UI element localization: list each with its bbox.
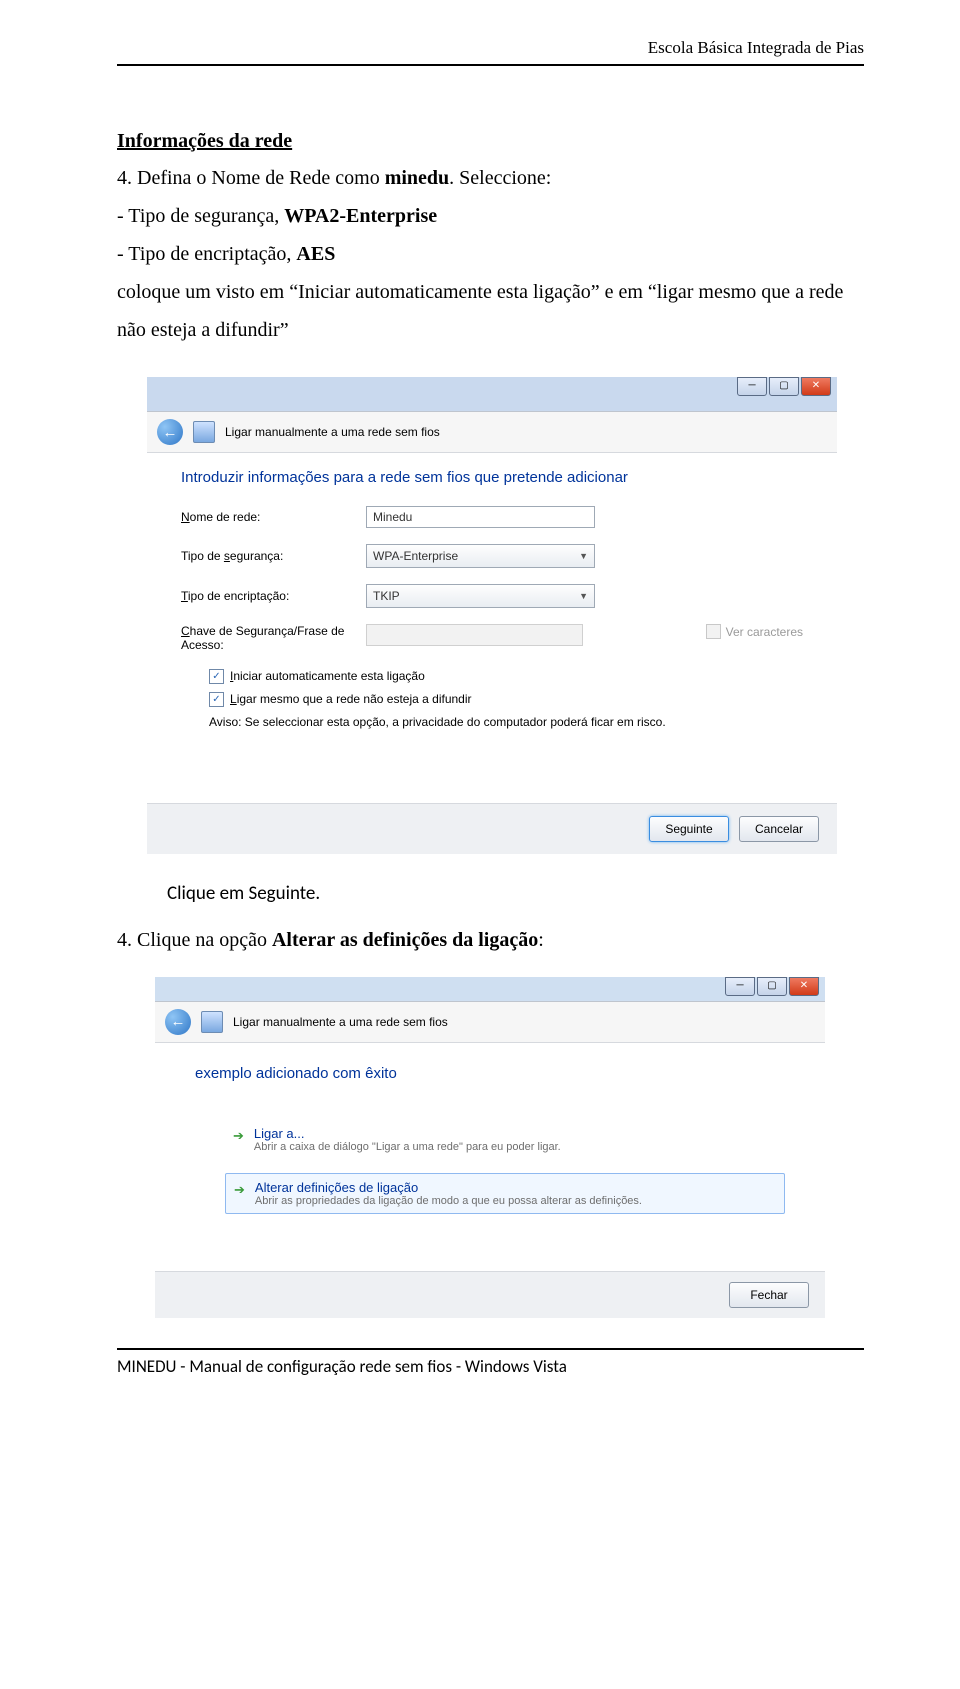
- row-security-key: Chave de Segurança/Frase deAcesso: Ver c…: [181, 624, 803, 653]
- maximize-button[interactable]: ▢: [769, 377, 799, 396]
- step4-line: 4. Defina o Nome de Rede como minedu. Se…: [117, 159, 864, 197]
- wizard-body: exemplo adicionado com êxito ➔ Ligar a..…: [155, 1043, 825, 1271]
- option-connect-subtitle: Abrir a caixa de diálogo "Ligar a uma re…: [254, 1141, 561, 1153]
- row-encryption-type: Tipo de encriptação: TKIP ▼: [181, 584, 803, 608]
- checkbox-show-characters: Ver caracteres: [706, 624, 803, 639]
- checkbox-box-disabled: [706, 624, 721, 639]
- row-network-name: Nome de rede: Minedu: [181, 506, 803, 528]
- header-rule: [117, 64, 864, 66]
- back-icon[interactable]: ←: [157, 419, 183, 445]
- input-security-key: [366, 624, 583, 646]
- arrow-right-icon: ➔: [234, 1182, 245, 1198]
- step4b-post: :: [538, 929, 544, 951]
- checkbox-label-auto-connect: Iniciar automaticamente esta ligação: [230, 669, 425, 683]
- wizard-footer: Fechar: [155, 1271, 825, 1318]
- wizard-header-bar: ← Ligar manualmente a uma rede sem fios: [155, 1001, 825, 1043]
- checkbox-label-connect-hidden: Ligar mesmo que a rede não esteja a difu…: [230, 692, 472, 706]
- option-connect-title: Ligar a...: [254, 1126, 561, 1141]
- option-change-subtitle: Abrir as propriedades da ligação de modo…: [255, 1195, 642, 1207]
- chevron-down-icon: ▼: [579, 551, 588, 561]
- close-dialog-button[interactable]: Fechar: [729, 1282, 809, 1308]
- next-button[interactable]: Seguinte: [649, 816, 729, 842]
- wizard-icon: [201, 1011, 223, 1033]
- screenshot-network-wizard: ─ ▢ ✕ ← Ligar manualmente a uma rede sem…: [147, 377, 837, 854]
- checkbox-row-connect-hidden[interactable]: ✓ Ligar mesmo que a rede não esteja a di…: [209, 692, 803, 707]
- bullet-1: - Tipo de segurança, WPA2-Enterprise: [117, 197, 864, 235]
- wizard-title: Ligar manualmente a uma rede sem fios: [225, 425, 440, 439]
- page-header-school: Escola Básica Integrada de Pias: [117, 38, 864, 58]
- label-security-type: Tipo de segurança:: [181, 549, 366, 563]
- label-show-characters: Ver caracteres: [726, 625, 803, 639]
- back-icon[interactable]: ←: [165, 1009, 191, 1035]
- cancel-button[interactable]: Cancelar: [739, 816, 819, 842]
- wizard-heading: Introduzir informações para a rede sem f…: [181, 469, 803, 486]
- warning-text: Aviso: Se seleccionar esta opção, a priv…: [209, 715, 803, 729]
- step4b-bold: Alterar as definições da ligação: [272, 929, 538, 951]
- label-security-key: Chave de Segurança/Frase deAcesso:: [181, 624, 366, 653]
- close-button[interactable]: ✕: [789, 977, 819, 996]
- dropdown-encryption-type[interactable]: TKIP ▼: [366, 584, 595, 608]
- chevron-down-icon: ▼: [579, 591, 588, 601]
- dropdown-encryption-value: TKIP: [373, 589, 400, 603]
- arrow-right-icon: ➔: [233, 1128, 244, 1144]
- checkbox-checked-icon: ✓: [209, 692, 224, 707]
- label-network-name: Nome de rede:: [181, 510, 366, 524]
- option-change-title: Alterar definições de ligação: [255, 1180, 642, 1195]
- minimize-button[interactable]: ─: [737, 377, 767, 396]
- row-security-type: Tipo de segurança: WPA-Enterprise ▼: [181, 544, 803, 568]
- option-connect-to[interactable]: ➔ Ligar a... Abrir a caixa de diálogo "L…: [225, 1120, 785, 1159]
- screenshot-success-wizard: ─ ▢ ✕ ← Ligar manualmente a uma rede sem…: [155, 977, 825, 1318]
- para-visto: coloque um visto em “Iniciar automaticam…: [117, 273, 864, 349]
- footer-rule: [117, 1348, 864, 1350]
- bullet-2: - Tipo de encriptação, AES: [117, 235, 864, 273]
- success-heading: exemplo adicionado com êxito: [195, 1065, 785, 1082]
- dropdown-security-type[interactable]: WPA-Enterprise ▼: [366, 544, 595, 568]
- window-titlebar: ─ ▢ ✕: [147, 377, 837, 411]
- input-network-name[interactable]: Minedu: [366, 506, 595, 528]
- minimize-button[interactable]: ─: [725, 977, 755, 996]
- maximize-button[interactable]: ▢: [757, 977, 787, 996]
- section-title: Informações da rede: [117, 130, 864, 153]
- caption-click-next: Clique em Seguinte.: [167, 882, 864, 905]
- wizard-icon: [193, 421, 215, 443]
- step4-bold-minedu: minedu: [385, 167, 449, 189]
- wizard-header-bar: ← Ligar manualmente a uma rede sem fios: [147, 411, 837, 453]
- checkbox-row-auto-connect[interactable]: ✓ Iniciar automaticamente esta ligação: [209, 669, 803, 684]
- wizard-footer: Seguinte Cancelar: [147, 803, 837, 854]
- step4-pre: 4. Defina o Nome de Rede como: [117, 167, 385, 189]
- option-change-settings[interactable]: ➔ Alterar definições de ligação Abrir as…: [225, 1173, 785, 1214]
- step4b-line: 4. Clique na opção Alterar as definições…: [117, 921, 864, 959]
- step4b-pre: 4. Clique na opção: [117, 929, 272, 951]
- close-button[interactable]: ✕: [801, 377, 831, 396]
- page-footer: MINEDU - Manual de configuração rede sem…: [117, 1356, 864, 1397]
- bullet-2-pre: - Tipo de encriptação,: [117, 243, 296, 265]
- step4-post: . Seleccione:: [449, 167, 551, 189]
- dropdown-security-value: WPA-Enterprise: [373, 549, 458, 563]
- bullet-1-bold: WPA2-Enterprise: [284, 205, 437, 227]
- wizard-body: Introduzir informações para a rede sem f…: [147, 453, 837, 803]
- bullet-2-bold: AES: [296, 243, 335, 265]
- wizard-title: Ligar manualmente a uma rede sem fios: [233, 1015, 448, 1029]
- bullet-1-pre: - Tipo de segurança,: [117, 205, 284, 227]
- window-titlebar: ─ ▢ ✕: [155, 977, 825, 1001]
- label-encryption-type: Tipo de encriptação:: [181, 589, 366, 603]
- checkbox-checked-icon: ✓: [209, 669, 224, 684]
